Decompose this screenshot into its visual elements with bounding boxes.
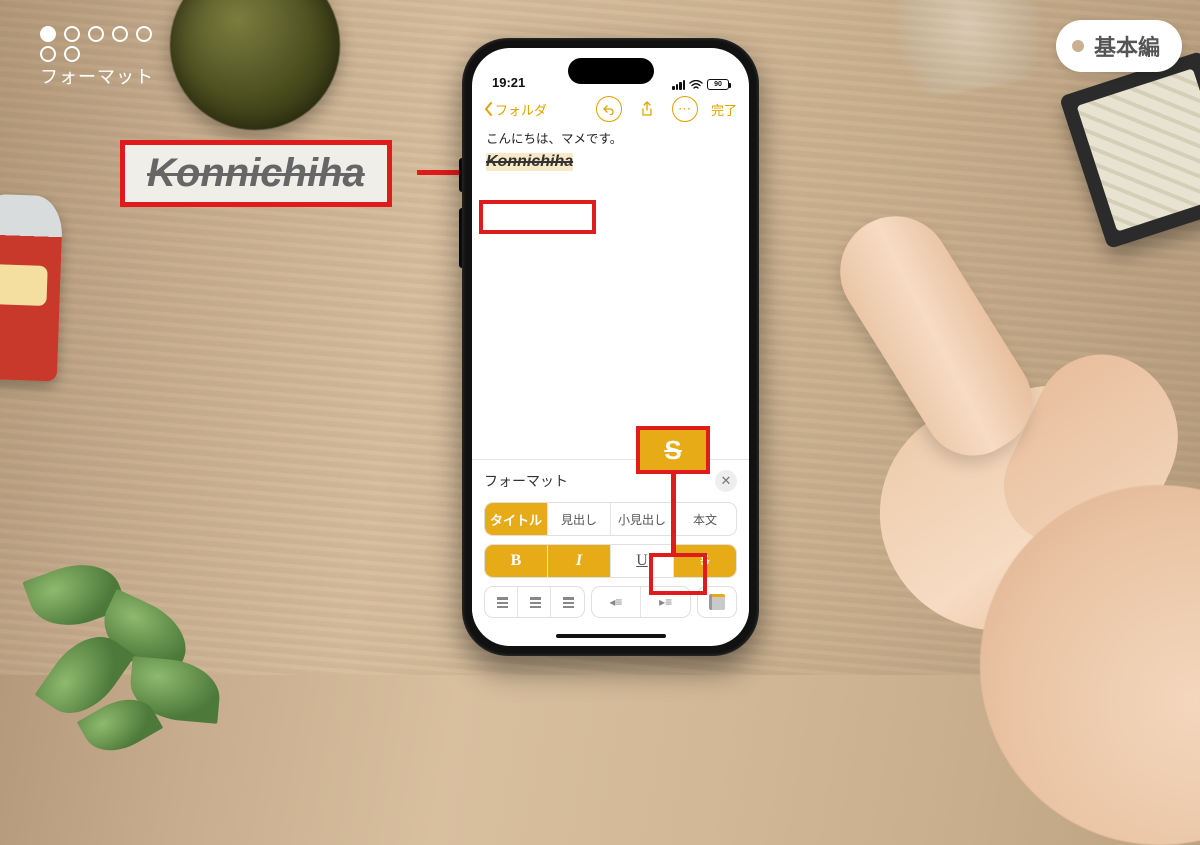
share-icon xyxy=(640,101,654,117)
indent-button[interactable]: ▸≡ xyxy=(641,587,690,617)
pill-label: 基本編 xyxy=(1094,30,1160,62)
indent-group: ◂≡ ▸≡ xyxy=(591,586,692,618)
bold-button[interactable]: B xyxy=(485,545,548,577)
chevron-left-icon xyxy=(484,102,493,116)
style-subheading-button[interactable]: 小見出し xyxy=(611,503,674,535)
style-body-button[interactable]: 本文 xyxy=(674,503,736,535)
notes-toolbar: フォルダ ⋯ 完了 xyxy=(472,92,749,126)
prop-glass-right xyxy=(877,0,1053,102)
text-format-segmented: B I U S xyxy=(484,544,737,578)
prop-toy-truck xyxy=(0,194,63,382)
outdent-button[interactable]: ◂≡ xyxy=(592,587,642,617)
indent-icon: ▸≡ xyxy=(659,595,672,609)
strikethrough-button[interactable]: S xyxy=(674,545,736,577)
format-close-button[interactable]: ✕ xyxy=(715,470,737,492)
back-button[interactable]: フォルダ xyxy=(484,100,547,119)
battery-level: 90 xyxy=(714,81,722,88)
number-list-icon xyxy=(560,597,574,607)
ellipsis-icon: ⋯ xyxy=(678,101,692,117)
dash-list-button[interactable] xyxy=(518,587,551,617)
list-style-group xyxy=(484,586,585,618)
table-icon xyxy=(709,594,725,610)
progress-indicator: フォーマット xyxy=(40,26,154,89)
share-button[interactable] xyxy=(634,96,660,122)
undo-button[interactable] xyxy=(596,96,622,122)
note-line-1: こんにちは、マメです。 xyxy=(486,128,735,147)
underline-button[interactable]: U xyxy=(611,545,674,577)
format-panel-title: フォーマット xyxy=(484,471,568,491)
progress-dots-row1 xyxy=(40,26,154,42)
phone-screen: 19:21 90 フォルダ ⋯ 完了 こ xyxy=(472,48,749,646)
note-selected-word[interactable]: Konnichiha xyxy=(486,153,573,171)
outdent-icon: ◂≡ xyxy=(609,595,622,609)
paragraph-style-segmented: タイトル 見出し 小見出し 本文 xyxy=(484,502,737,536)
bullet-list-icon xyxy=(494,597,508,607)
undo-icon xyxy=(602,104,615,115)
battery-icon: 90 xyxy=(707,79,729,90)
progress-label: フォーマット xyxy=(40,66,154,89)
dynamic-island xyxy=(568,58,654,84)
italic-button[interactable]: I xyxy=(548,545,611,577)
chapter-pill: 基本編 xyxy=(1056,20,1182,72)
signal-icon xyxy=(672,80,685,90)
style-heading-button[interactable]: 見出し xyxy=(548,503,611,535)
wifi-icon xyxy=(689,80,703,90)
pill-bullet-icon xyxy=(1072,40,1084,52)
progress-dots-row2 xyxy=(40,46,154,62)
status-time: 19:21 xyxy=(492,75,525,90)
format-panel: フォーマット ✕ タイトル 見出し 小見出し 本文 B I U S xyxy=(472,459,749,626)
annotation-callout-word: Konnichiha xyxy=(120,140,392,207)
phone-frame: 19:21 90 フォルダ ⋯ 完了 こ xyxy=(462,38,759,656)
table-button[interactable] xyxy=(697,586,737,618)
back-label: フォルダ xyxy=(495,100,547,119)
list-row: ◂≡ ▸≡ xyxy=(484,586,737,618)
more-button[interactable]: ⋯ xyxy=(672,96,698,122)
home-indicator[interactable] xyxy=(472,626,749,646)
number-list-button[interactable] xyxy=(551,587,583,617)
callout-word: Konnichiha xyxy=(147,151,365,195)
close-icon: ✕ xyxy=(721,473,732,489)
dash-list-icon xyxy=(527,597,541,607)
hand xyxy=(700,185,1200,705)
done-button[interactable]: 完了 xyxy=(711,100,737,119)
prop-glass-top xyxy=(170,0,340,130)
bullet-list-button[interactable] xyxy=(485,587,518,617)
style-title-button[interactable]: タイトル xyxy=(485,503,548,535)
note-editor[interactable]: こんにちは、マメです。 Konnichiha xyxy=(472,126,749,366)
prop-box-right xyxy=(1059,51,1200,250)
